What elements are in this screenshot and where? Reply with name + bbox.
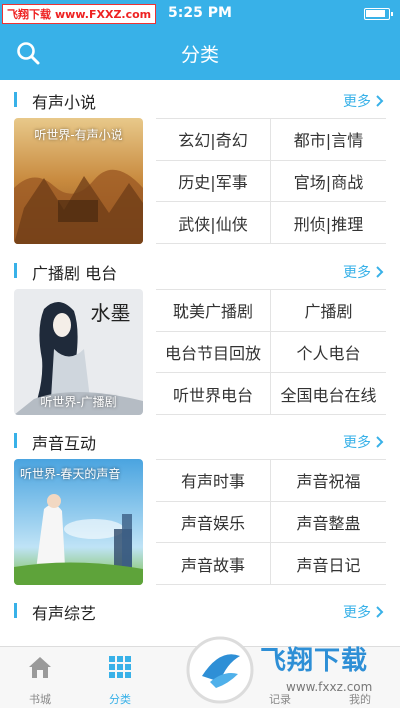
status-bar: 飞翔下载 www.FXXZ.com 5:25 PM [0, 0, 400, 28]
category-item[interactable]: 耽美广播剧 [156, 290, 271, 332]
category-grid-novels: 玄幻|奇幻 都市|言情 历史|军事 官场|商战 武侠|仙侠 刑侦|推理 [156, 118, 386, 244]
grid-icon [109, 656, 131, 678]
category-item[interactable]: 玄幻|奇幻 [156, 119, 271, 161]
category-item[interactable]: 武侠|仙侠 [156, 202, 271, 244]
cover-label: 听世界-春天的声音 [20, 467, 121, 481]
section-accent-bar [14, 263, 17, 278]
more-link-variety[interactable]: 更多 [343, 602, 386, 622]
app-header: 分类 [0, 28, 400, 80]
category-item[interactable]: 广播剧 [271, 290, 386, 332]
category-grid-voice-interaction: 有声时事 声音祝福 声音娱乐 声音整蛊 声音故事 声音日记 [156, 459, 386, 585]
category-item[interactable]: 个人电台 [271, 332, 386, 374]
category-item[interactable]: 声音祝福 [271, 460, 386, 502]
category-cover-voice-interaction[interactable]: 听世界-春天的声音 [14, 459, 143, 585]
section-accent-bar [14, 603, 17, 618]
tab-label: 分类 [109, 693, 131, 706]
tab-bookstore[interactable]: 书城 [0, 647, 80, 708]
category-item[interactable]: 声音娱乐 [156, 501, 271, 544]
section-header-radio-drama: 广播剧 电台 更多 [0, 255, 400, 285]
battery-icon [364, 8, 393, 20]
page-title: 分类 [180, 44, 219, 66]
status-time: 5:25 PM [168, 5, 232, 21]
category-cover-radio-drama[interactable]: 水墨 听世界-广播剧 [14, 289, 143, 415]
category-item[interactable]: 都市|言情 [271, 119, 386, 161]
chevron-right-icon [376, 436, 384, 448]
section-header-variety: 有声综艺 更多 [0, 595, 400, 625]
section-accent-bar [14, 433, 17, 448]
category-item[interactable]: 听世界电台 [156, 373, 271, 415]
category-item[interactable]: 官场|商战 [271, 161, 386, 203]
more-label: 更多 [343, 94, 371, 110]
cover-label: 听世界-广播剧 [40, 395, 117, 409]
section-header-voice-interaction: 声音互动 更多 [0, 425, 400, 455]
watermark-brand-url: www.fxxz.com [286, 680, 373, 694]
chevron-right-icon [376, 606, 384, 618]
section-accent-bar [14, 92, 17, 107]
more-label: 更多 [343, 435, 371, 451]
category-item[interactable]: 声音故事 [156, 543, 271, 585]
category-item[interactable]: 有声时事 [156, 460, 271, 502]
chevron-right-icon [376, 266, 384, 278]
cover-calligraphy: 水墨 [90, 301, 131, 325]
watermark-logo-icon [186, 636, 254, 704]
more-link-voice-interaction[interactable]: 更多 [343, 432, 386, 452]
more-link-radio-drama[interactable]: 更多 [343, 262, 386, 282]
more-label: 更多 [343, 605, 371, 621]
tab-label: 书城 [29, 693, 51, 706]
section-title: 声音互动 [32, 434, 97, 453]
more-label: 更多 [343, 265, 371, 281]
category-item[interactable]: 电台节目回放 [156, 331, 271, 374]
category-item[interactable]: 全国电台在线 [271, 373, 386, 415]
category-item[interactable]: 声音整蛊 [271, 502, 386, 544]
section-title: 广播剧 电台 [32, 264, 118, 283]
category-grid-radio-drama: 耽美广播剧 广播剧 电台节目回放 个人电台 听世界电台 全国电台在线 [156, 289, 386, 415]
watermark-overlay: 飞翔下载 www.fxxz.com [180, 630, 394, 708]
more-link-novels[interactable]: 更多 [343, 91, 386, 111]
category-item[interactable]: 刑侦|推理 [271, 202, 386, 244]
home-icon [29, 657, 51, 678]
section-title: 有声小说 [32, 93, 97, 112]
chevron-right-icon [376, 95, 384, 107]
watermark-brand: 飞翔下载 [260, 646, 369, 676]
category-item[interactable]: 声音日记 [271, 543, 386, 585]
category-cover-novels[interactable]: 听世界-有声小说 [14, 118, 143, 244]
section-header-novels: 有声小说 更多 [0, 84, 400, 114]
tab-category[interactable]: 分类 [80, 647, 160, 708]
section-title: 有声综艺 [32, 604, 97, 623]
category-item[interactable]: 历史|军事 [156, 160, 271, 203]
cover-label: 听世界-有声小说 [34, 128, 123, 142]
